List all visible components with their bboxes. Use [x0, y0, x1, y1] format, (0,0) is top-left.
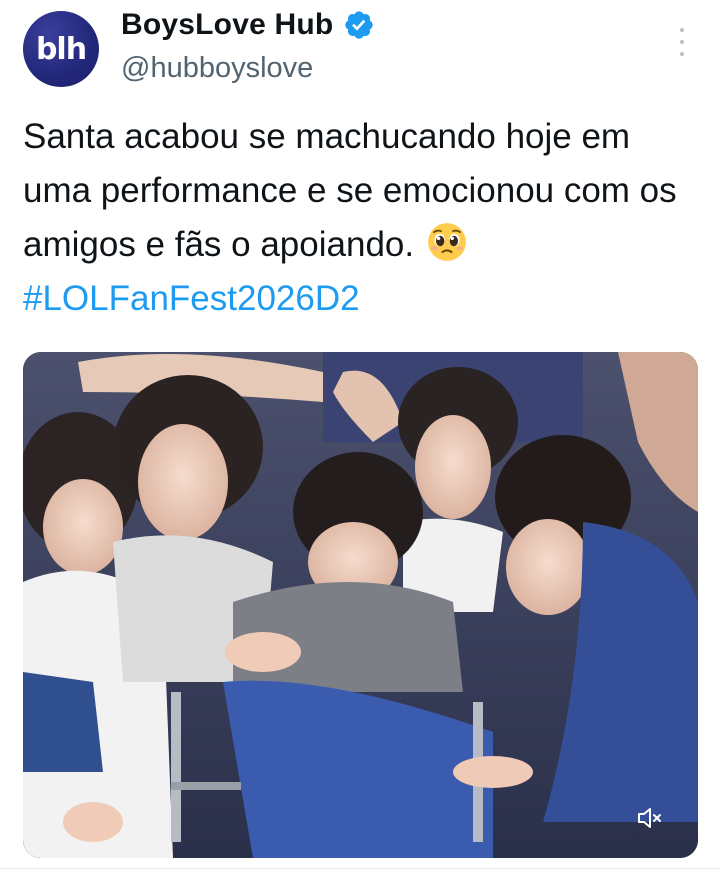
divider	[0, 868, 720, 869]
verified-badge-icon	[345, 11, 374, 39]
author-name-row[interactable]: BoysLove Hub	[121, 8, 375, 42]
author-display-name[interactable]: BoysLove Hub	[121, 8, 333, 42]
tweet-text: Santa acabou se machucando hoje em uma p…	[23, 110, 693, 326]
avatar-logo-text: blh	[35, 31, 87, 67]
tweet-media-video[interactable]	[23, 352, 698, 858]
pleading-face-emoji-icon	[427, 223, 466, 261]
tweet-card[interactable]: blh BoysLove Hub @hubboyslove Santa acab…	[0, 0, 720, 872]
hashtag-link[interactable]: #LOLFanFest2026D2	[23, 279, 360, 318]
author-avatar[interactable]: blh	[23, 11, 99, 87]
author-handle[interactable]: @hubboyslove	[121, 52, 313, 85]
more-options-icon[interactable]	[670, 28, 694, 56]
video-frame-image	[23, 352, 698, 858]
mute-toggle-button[interactable]	[626, 800, 674, 836]
tweet-body-text: Santa acabou se machucando hoje em uma p…	[23, 117, 677, 264]
speaker-muted-icon	[638, 808, 661, 828]
